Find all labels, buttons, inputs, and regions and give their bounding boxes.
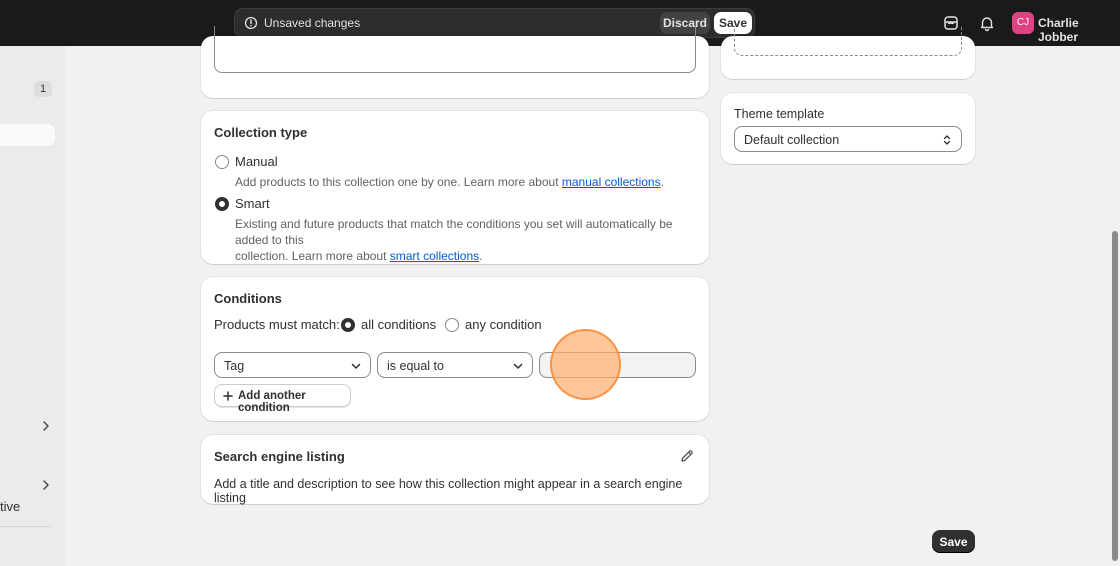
- scrollbar-thumb[interactable]: [1112, 231, 1118, 561]
- pencil-icon[interactable]: [680, 449, 694, 463]
- manual-label[interactable]: Manual: [235, 154, 278, 169]
- bell-icon[interactable]: [978, 14, 996, 32]
- conditions-card: Conditions Products must match: all cond…: [201, 277, 709, 421]
- smart-help-suffix: .: [479, 249, 483, 263]
- media-card: [721, 26, 975, 79]
- seo-title: Search engine listing: [214, 449, 345, 464]
- user-name[interactable]: Charlie Jobber: [1038, 16, 1120, 44]
- theme-template-label: Theme template: [734, 107, 825, 121]
- match-label: Products must match:: [214, 317, 340, 332]
- collection-type-card: Collection type Manual Add products to t…: [201, 111, 709, 264]
- any-condition-label[interactable]: any condition: [465, 317, 542, 332]
- condition-field-select[interactable]: Tag: [214, 352, 371, 378]
- sidebar-item-selected[interactable]: [0, 124, 55, 146]
- conditions-title: Conditions: [214, 291, 282, 306]
- sidebar-item-label[interactable]: tive: [0, 499, 20, 514]
- chevron-down-icon: [513, 363, 523, 369]
- click-indicator: [550, 329, 621, 400]
- manual-radio[interactable]: [215, 155, 229, 169]
- manual-help-suffix: .: [660, 175, 664, 189]
- all-conditions-label[interactable]: all conditions: [361, 317, 436, 332]
- sidebar: 1 tive: [0, 46, 65, 566]
- avatar[interactable]: CJ: [1012, 12, 1034, 34]
- manual-help-text: Add products to this collection one by o…: [235, 174, 664, 190]
- collection-type-title: Collection type: [214, 125, 308, 140]
- manual-help-prefix: Add products to this collection one by o…: [235, 175, 562, 189]
- save-button-bottom[interactable]: Save: [932, 530, 975, 553]
- theme-template-card: Theme template Default collection: [721, 93, 975, 164]
- theme-template-value: Default collection: [744, 133, 840, 147]
- manual-collections-link[interactable]: manual collections: [562, 175, 661, 189]
- plus-icon: [223, 391, 233, 401]
- chevron-down-icon: [351, 363, 361, 369]
- add-another-condition-label: Add another condition: [238, 390, 306, 414]
- smart-help-text: Existing and future products that match …: [235, 216, 709, 264]
- theme-template-select[interactable]: Default collection: [734, 126, 962, 152]
- any-condition-radio[interactable]: [445, 318, 459, 332]
- condition-field-value: Tag: [224, 359, 245, 373]
- select-updown-icon: [943, 135, 951, 145]
- condition-operator-select[interactable]: is equal to: [377, 352, 533, 378]
- add-another-condition-button[interactable]: Add another condition: [214, 384, 351, 414]
- media-dropzone[interactable]: [734, 26, 962, 56]
- smart-collections-link[interactable]: smart collections: [390, 249, 479, 263]
- description-card: [201, 26, 709, 98]
- seo-description: Add a title and description to see how t…: [214, 477, 683, 505]
- count-badge: 1: [34, 81, 52, 97]
- all-conditions-radio[interactable]: [341, 318, 355, 332]
- seo-card: Search engine listing Add a title and de…: [201, 435, 709, 505]
- chevron-right-icon[interactable]: [40, 420, 52, 432]
- condition-operator-value: is equal to: [387, 359, 444, 373]
- smart-label[interactable]: Smart: [235, 196, 270, 211]
- smart-radio[interactable]: [215, 197, 229, 211]
- smart-help-line1: Existing and future products that match …: [235, 217, 673, 247]
- sidebar-divider: [0, 526, 50, 527]
- description-editor[interactable]: [214, 26, 696, 73]
- smart-help-prefix: collection. Learn more about: [235, 249, 390, 263]
- chevron-right-icon[interactable]: [40, 479, 52, 491]
- smart-help-line2: collection. Learn more about smart colle…: [235, 248, 709, 264]
